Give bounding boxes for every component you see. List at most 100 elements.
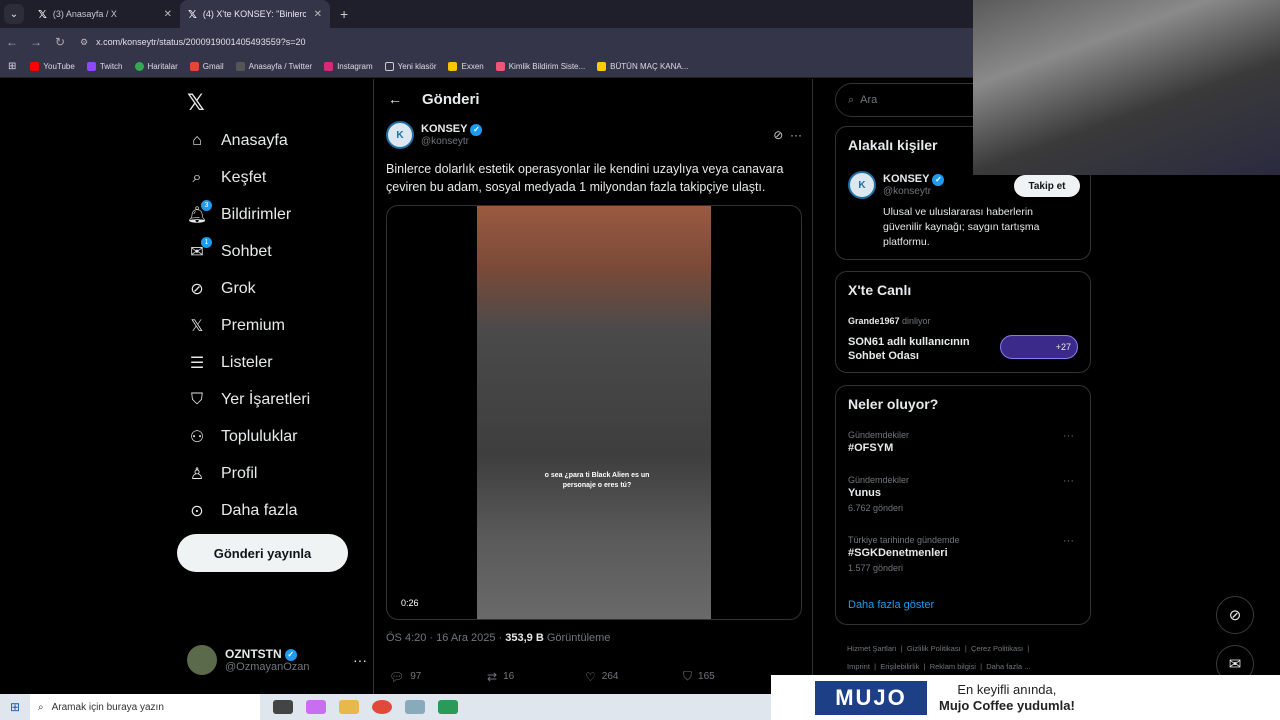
sidebar-item-label: Topluluklar bbox=[221, 428, 298, 445]
sidebar-item-yer-isaretleri[interactable]: ⛉ Yer İşaretleri bbox=[187, 390, 310, 410]
author-avatar[interactable]: K bbox=[386, 121, 414, 149]
show-more-link[interactable]: Daha fazla göster bbox=[848, 599, 934, 611]
profile-handle: @OzmayanOzan bbox=[225, 661, 310, 673]
author-handle[interactable]: @konseytr bbox=[421, 136, 482, 147]
footer-link[interactable]: Gizlilik Politikası bbox=[907, 644, 961, 653]
new-tab-icon[interactable]: + bbox=[340, 6, 348, 22]
file-explorer-icon[interactable] bbox=[339, 700, 359, 714]
trend-item[interactable]: Gündemdekiler Yunus 6.762 gönderi ··· bbox=[848, 475, 1080, 513]
follow-button[interactable]: Takip et bbox=[1014, 175, 1080, 197]
bookmark-button[interactable]: ⛉ 165 bbox=[683, 669, 781, 684]
video-player[interactable]: o sea ¿para ti Black Alien es un persona… bbox=[386, 205, 802, 620]
trend-topic: Yunus bbox=[848, 487, 882, 499]
footer-link[interactable]: Hizmet Şartları bbox=[847, 644, 897, 653]
sidebar-item-label: Keşfet bbox=[221, 169, 267, 186]
bookmark-mac[interactable]: BÜTÜN MAÇ KANA... bbox=[597, 62, 688, 71]
task-view-icon[interactable] bbox=[273, 700, 293, 714]
more-icon[interactable]: ··· bbox=[790, 128, 802, 142]
repost-button[interactable]: ⇄ 16 bbox=[487, 669, 585, 684]
footer-link[interactable]: Daha fazla ... bbox=[986, 662, 1030, 671]
reload-icon[interactable]: ↻ bbox=[48, 35, 72, 49]
more-icon[interactable]: ··· bbox=[1063, 430, 1074, 442]
grok-icon[interactable]: ⊘ bbox=[1216, 596, 1254, 634]
tab-anasayfa[interactable]: 𝕏 (3) Anasayfa / X ✕ bbox=[30, 0, 180, 28]
tab-konsey[interactable]: 𝕏 (4) X'te KONSEY: "Binlerce dola ✕ bbox=[180, 0, 330, 28]
account-switcher[interactable]: OZNTSTN ✓ @OzmayanOzan ··· bbox=[187, 645, 367, 675]
trend-count: 1.577 gönderi bbox=[848, 563, 904, 573]
bookmark-label: Yeni klasör bbox=[397, 62, 437, 71]
bookmark-twitch[interactable]: Twitch bbox=[86, 62, 123, 71]
close-icon[interactable]: ✕ bbox=[314, 9, 322, 20]
apps-icon[interactable]: ⊞ bbox=[8, 61, 16, 72]
x-icon: 𝕏 bbox=[190, 318, 204, 335]
more-circle-icon: ⊙ bbox=[190, 503, 204, 520]
bookmark-kimlik[interactable]: Kimlik Bildirim Siste... bbox=[495, 62, 586, 71]
grok-icon[interactable]: ⊘ bbox=[773, 128, 783, 142]
close-icon[interactable]: ✕ bbox=[164, 9, 172, 20]
bookmark-gmail[interactable]: Gmail bbox=[189, 62, 224, 71]
post-timestamp[interactable]: ÖS 4:20 · 16 Ara 2025 · bbox=[386, 632, 505, 644]
trend-topic: #OFSYM bbox=[848, 442, 894, 454]
trend-item[interactable]: Gündemdekiler #OFSYM ··· bbox=[848, 430, 1080, 454]
more-icon[interactable]: ··· bbox=[1063, 535, 1074, 547]
post-text: Binlerce dolarlık estetik operasyonlar i… bbox=[386, 162, 784, 194]
more-icon[interactable]: ··· bbox=[1063, 475, 1074, 487]
x-favicon-icon: 𝕏 bbox=[188, 7, 197, 21]
like-button[interactable]: ♡ 264 bbox=[585, 669, 683, 684]
bookmark-instagram[interactable]: Instagram bbox=[324, 62, 373, 71]
tab-search-icon[interactable]: ⌄ bbox=[4, 4, 24, 24]
footer-link[interactable]: Imprint bbox=[847, 662, 870, 671]
author-name[interactable]: KONSEY bbox=[421, 123, 467, 135]
x-favicon-icon: 𝕏 bbox=[38, 7, 47, 21]
bookmark-label: BÜTÜN MAÇ KANA... bbox=[610, 62, 689, 71]
post-header: ← Gönderi bbox=[374, 79, 812, 119]
live-room-title[interactable]: SON61 adlı kullanıcının Sohbet Odası bbox=[848, 335, 988, 363]
sidebar-item-grok[interactable]: ⊘ Grok bbox=[187, 279, 255, 299]
live-host[interactable]: Grande1967 dinliyor bbox=[848, 316, 931, 326]
bookmark-haritalar[interactable]: Haritalar bbox=[134, 62, 178, 71]
sidebar-item-label: Sohbet bbox=[221, 243, 272, 260]
bookmark-exxen[interactable]: Exxen bbox=[448, 62, 484, 71]
sidebar-item-bildirimler[interactable]: 🔔︎ 3 Bildirimler bbox=[187, 200, 291, 225]
footer-link[interactable]: Reklam bilgisi bbox=[930, 662, 976, 671]
bookmark-folder[interactable]: Yeni klasör bbox=[384, 62, 437, 71]
sidebar-item-premium[interactable]: 𝕏 Premium bbox=[187, 316, 285, 336]
copilot-icon[interactable] bbox=[306, 700, 326, 714]
video-frame[interactable] bbox=[477, 206, 711, 619]
live-listeners[interactable]: +27 bbox=[1000, 335, 1078, 359]
more-icon[interactable]: ··· bbox=[353, 652, 367, 668]
bookmark-youtube[interactable]: YouTube bbox=[30, 62, 75, 71]
footer-link[interactable]: Erişilebilirlik bbox=[880, 662, 919, 671]
sidebar-item-topluluklar[interactable]: ⚇ Topluluklar bbox=[187, 427, 298, 447]
taskbar-search[interactable]: ⌕ Aramak için buraya yazın bbox=[30, 694, 260, 720]
chrome-icon[interactable] bbox=[372, 700, 392, 714]
related-author[interactable]: K KONSEY ✓ @konseytr bbox=[848, 171, 945, 199]
app-icon[interactable] bbox=[438, 700, 458, 714]
trends-card: Neler oluyor? Gündemdekiler #OFSYM ··· G… bbox=[835, 385, 1091, 625]
url-field[interactable]: ⚙ x.com/konseytr/status/2000919001405493… bbox=[80, 37, 305, 48]
sidebar-item-listeler[interactable]: ☰ Listeler bbox=[187, 353, 273, 373]
ad-line1: En keyifli anında, bbox=[957, 681, 1057, 697]
post-button[interactable]: Gönderi yayınla bbox=[177, 534, 348, 572]
bookmark-label: Kimlik Bildirim Siste... bbox=[508, 62, 586, 71]
forward-icon[interactable]: → bbox=[24, 35, 48, 49]
footer-link[interactable]: Çerez Politikası bbox=[971, 644, 1023, 653]
sidebar-item-label: Profil bbox=[221, 465, 258, 482]
sidebar-item-daha-fazla[interactable]: ⊙ Daha fazla bbox=[187, 501, 297, 521]
reply-icon: 💬︎ bbox=[389, 669, 405, 684]
sidebar-item-sohbet[interactable]: ✉ 1 Sohbet bbox=[187, 237, 272, 262]
list-icon: ☰ bbox=[189, 355, 205, 372]
x-logo-icon[interactable]: 𝕏 bbox=[187, 91, 205, 116]
site-info-icon[interactable]: ⚙ bbox=[80, 37, 88, 48]
bookmark-twitter[interactable]: Anasayfa / Twitter bbox=[235, 62, 312, 71]
back-icon[interactable]: ← bbox=[0, 35, 24, 49]
reply-button[interactable]: 💬︎ 97 bbox=[389, 669, 487, 684]
sidebar-item-profil[interactable]: ♙ Profil bbox=[187, 464, 258, 484]
ad-text: En keyifli anında, Mujo Coffee yudumla! bbox=[939, 682, 1075, 714]
app-icon[interactable] bbox=[405, 700, 425, 714]
trend-item[interactable]: Türkiye tarihinde gündemde #SGKDenetmenl… bbox=[848, 535, 1080, 573]
back-arrow-icon[interactable]: ← bbox=[388, 91, 402, 107]
sidebar-item-anasayfa[interactable]: ⌂ Anasayfa bbox=[187, 131, 288, 151]
windows-start-icon[interactable]: ⊞ bbox=[0, 700, 30, 714]
sidebar-item-kesfet[interactable]: ⌕ Keşfet bbox=[187, 168, 267, 188]
